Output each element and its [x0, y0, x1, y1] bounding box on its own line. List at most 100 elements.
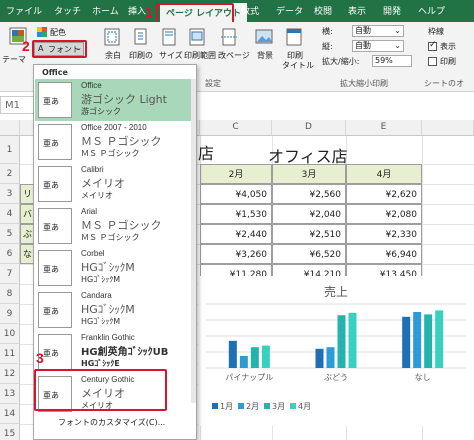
- header-apr[interactable]: 4月: [346, 164, 422, 184]
- column-header-c[interactable]: C: [200, 120, 272, 136]
- value-cell[interactable]: ¥6,520: [272, 244, 346, 264]
- zoom-spinner[interactable]: 59%: [372, 55, 412, 67]
- chart-bar[interactable]: [326, 347, 335, 368]
- value-cell[interactable]: ¥2,330: [346, 224, 422, 244]
- row-label[interactable]: リ: [20, 184, 34, 204]
- height-select[interactable]: 自動 ⌄: [352, 40, 404, 52]
- row-label[interactable]: な: [20, 244, 34, 264]
- tab-formulas[interactable]: 数式: [241, 4, 259, 17]
- legend-label: 3月: [272, 402, 285, 411]
- value-cell[interactable]: ¥3,260: [200, 244, 272, 264]
- tab-review[interactable]: 校閲: [314, 4, 332, 17]
- margins-label[interactable]: 余白: [105, 50, 121, 61]
- colors-label[interactable]: 配色: [50, 27, 66, 38]
- row-header[interactable]: 11: [0, 344, 20, 364]
- breaks-icon[interactable]: [220, 28, 238, 46]
- name-box[interactable]: M1: [0, 96, 36, 114]
- row-header[interactable]: 15: [0, 424, 20, 440]
- customize-fonts-link[interactable]: フォントのカスタマイズ(C)...: [58, 417, 165, 428]
- print-titles-label-2[interactable]: タイトル: [282, 60, 314, 71]
- width-select[interactable]: 自動 ⌄: [352, 25, 404, 37]
- font-theme-item[interactable]: 亜あ Corbel HGｺﾞｼｯｸM HGｺﾞｼｯｸM: [35, 247, 195, 289]
- preview-text: 亜あ: [43, 349, 59, 358]
- tab-data[interactable]: データ: [276, 4, 303, 17]
- orientation-icon[interactable]: [132, 28, 150, 46]
- breaks-label[interactable]: 改ページ: [218, 50, 250, 61]
- value-cell[interactable]: ¥2,440: [200, 224, 272, 244]
- dropdown-scrollbar[interactable]: [191, 79, 196, 403]
- header-feb[interactable]: 2月: [200, 164, 272, 184]
- value-cell[interactable]: ¥2,560: [272, 184, 346, 204]
- font-theme-item[interactable]: 亜あ Arial ＭＳ Ｐゴシック ＭＳ Ｐゴシック: [35, 205, 195, 247]
- gridlines-print-checkbox[interactable]: [428, 57, 437, 66]
- print-area-label[interactable]: 印刷範囲: [184, 50, 216, 61]
- themes-label[interactable]: テーマ: [2, 54, 26, 65]
- row-header[interactable]: 3: [0, 184, 20, 204]
- header-mar[interactable]: 3月: [272, 164, 346, 184]
- background-icon[interactable]: [255, 28, 273, 46]
- row-header[interactable]: 6: [0, 244, 20, 264]
- value-cell[interactable]: ¥1,530: [200, 204, 272, 224]
- font-theme-item[interactable]: 亜あ Office 2007 - 2010 ＭＳ Ｐゴシック ＭＳ Ｐゴシック: [35, 121, 195, 163]
- chart-bar[interactable]: [315, 348, 324, 368]
- font-theme-item[interactable]: 亜あ Franklin Gothic HG創英角ｺﾞｼｯｸUB HGｺﾞｼｯｸE: [35, 331, 195, 373]
- chart-bar[interactable]: [250, 347, 259, 368]
- font-theme-item[interactable]: 亜あ Candara HGｺﾞｼｯｸM HGｺﾞｼｯｸM: [35, 289, 195, 331]
- chart-bar[interactable]: [424, 314, 433, 368]
- body-font: HGｺﾞｼｯｸM: [81, 317, 121, 326]
- select-all-corner[interactable]: [0, 120, 20, 136]
- column-header-d[interactable]: D: [272, 120, 346, 136]
- chart-bar[interactable]: [402, 316, 411, 368]
- colors-icon[interactable]: [37, 27, 47, 37]
- tab-view[interactable]: 表示: [348, 4, 366, 17]
- chart-bar[interactable]: [337, 315, 346, 368]
- chart-bar[interactable]: [413, 312, 422, 368]
- print-titles-icon[interactable]: [285, 28, 303, 46]
- margins-icon[interactable]: [103, 28, 121, 46]
- legend-label: 1月: [220, 402, 233, 411]
- value-cell[interactable]: ¥2,080: [346, 204, 422, 224]
- tab-developer[interactable]: 開発: [383, 4, 401, 17]
- tab-insert[interactable]: 挿入: [128, 4, 146, 17]
- chart-bar[interactable]: [228, 340, 237, 368]
- value-cell[interactable]: ¥2,040: [272, 204, 346, 224]
- row-header[interactable]: 8: [0, 284, 20, 304]
- font-preview-thumbnail: 亜あ: [38, 292, 72, 328]
- sales-chart[interactable]: 売上 パイナップル ぶどう なし 1月 2月 3月 4月: [198, 276, 474, 426]
- value-cell[interactable]: ¥2,510: [272, 224, 346, 244]
- print-area-icon[interactable]: [188, 28, 206, 46]
- row-label[interactable]: バ: [20, 204, 34, 224]
- row-header[interactable]: 14: [0, 404, 20, 424]
- size-label[interactable]: サイズ: [159, 50, 183, 61]
- row-header[interactable]: 4: [0, 204, 20, 224]
- chart-bar[interactable]: [348, 312, 357, 368]
- background-label[interactable]: 背景: [257, 50, 273, 61]
- row-header[interactable]: 13: [0, 384, 20, 404]
- size-icon[interactable]: [160, 28, 178, 46]
- value-cell[interactable]: ¥4,050: [200, 184, 272, 204]
- orientation-label[interactable]: 印刷の: [129, 50, 153, 61]
- preview-text: 亜あ: [43, 97, 59, 106]
- column-header-f[interactable]: [422, 120, 474, 136]
- value-cell[interactable]: ¥2,620: [346, 184, 422, 204]
- font-theme-item[interactable]: 亜あ Office 游ゴシック Light 游ゴシック: [35, 79, 195, 121]
- chart-bar[interactable]: [261, 345, 270, 368]
- tab-home[interactable]: ホーム: [92, 4, 119, 17]
- row-header[interactable]: 12: [0, 364, 20, 384]
- row-header[interactable]: 1: [0, 136, 20, 164]
- value-cell[interactable]: ¥6,940: [346, 244, 422, 264]
- chart-bar[interactable]: [239, 356, 248, 368]
- chart-bar[interactable]: [435, 310, 444, 368]
- row-header[interactable]: 2: [0, 164, 20, 184]
- row-header[interactable]: 5: [0, 224, 20, 244]
- row-header[interactable]: 9: [0, 304, 20, 324]
- row-label[interactable]: ぶ: [20, 224, 34, 244]
- tab-help[interactable]: ヘルプ: [418, 4, 445, 17]
- gridlines-view-checkbox[interactable]: [428, 40, 437, 51]
- tab-file[interactable]: ファイル: [6, 4, 42, 17]
- column-header-e[interactable]: E: [346, 120, 422, 136]
- row-header[interactable]: 7: [0, 264, 20, 284]
- tab-touch[interactable]: タッチ: [54, 4, 81, 17]
- font-theme-item[interactable]: 亜あ Calibri メイリオ メイリオ: [35, 163, 195, 205]
- row-header[interactable]: 10: [0, 324, 20, 344]
